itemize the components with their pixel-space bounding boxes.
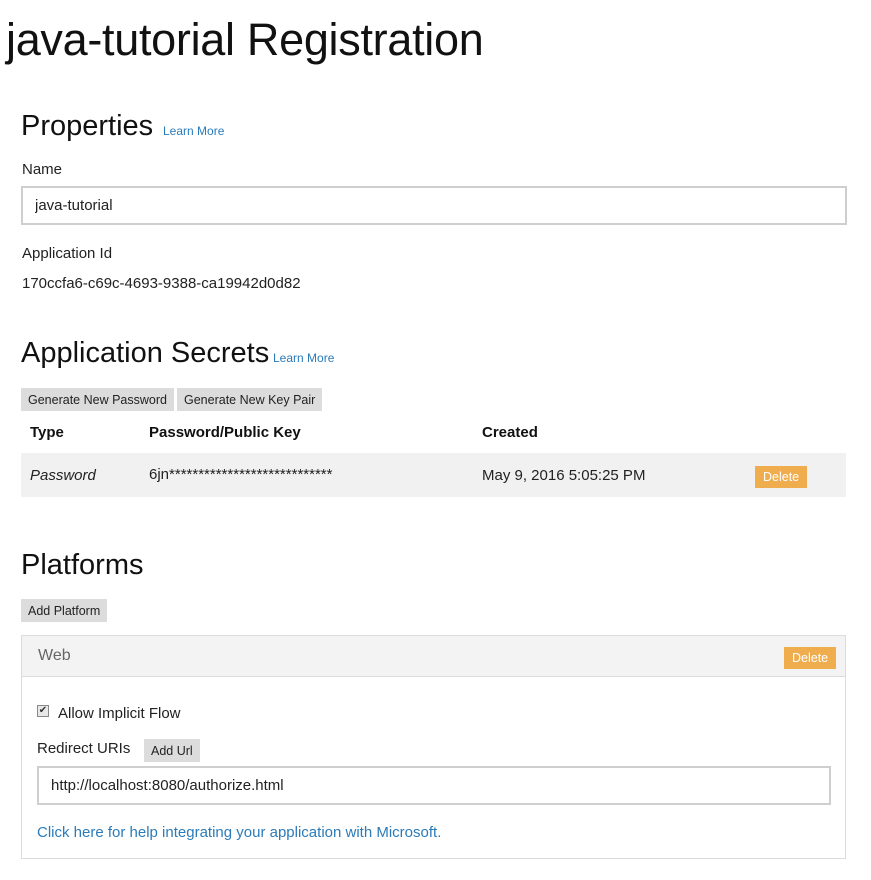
generate-new-key-pair-button[interactable]: Generate New Key Pair [177,388,323,411]
generate-new-password-button[interactable]: Generate New Password [21,388,174,411]
allow-implicit-flow-label: Allow Implicit Flow [58,705,181,722]
application-id-value: 170ccfa6-c69c-4693-9388-ca19942d0d82 [22,275,301,292]
add-url-button[interactable]: Add Url [144,739,200,762]
properties-heading: Properties [21,110,154,142]
secret-type: Password [30,467,96,484]
delete-secret-button[interactable]: Delete [755,466,808,488]
secret-key: 6jn**************************** [149,466,333,483]
column-header-created: Created [482,424,538,441]
column-header-password-public-key: Password/Public Key [149,424,301,441]
integration-help-link[interactable]: Click here for help integrating your app… [37,824,441,841]
properties-learn-more-link[interactable]: Learn More [163,124,224,138]
platforms-heading: Platforms [21,549,144,581]
application-id-label: Application Id [22,245,113,262]
table-row: Password 6jn****************************… [21,453,846,497]
column-header-type: Type [30,424,64,441]
secrets-learn-more-link[interactable]: Learn More [273,351,334,365]
redirect-uris-label: Redirect URIs [37,740,131,757]
add-platform-button[interactable]: Add Platform [21,599,108,622]
allow-implicit-flow-checkbox[interactable]: ✔ [37,705,49,717]
name-label: Name [22,161,63,178]
secret-created: May 9, 2016 5:05:25 PM [482,467,646,484]
application-secrets-heading: Application Secrets [21,337,270,369]
web-platform-title: Web [38,647,71,664]
web-platform-header: Web Delete [22,636,845,677]
page-title: java-tutorial Registration [6,14,484,65]
redirect-uri-input[interactable] [37,766,831,805]
web-platform-card: Web Delete ✔ Allow Implicit Flow Redirec… [21,635,846,859]
delete-platform-button[interactable]: Delete [784,647,837,669]
name-input[interactable] [21,186,847,225]
